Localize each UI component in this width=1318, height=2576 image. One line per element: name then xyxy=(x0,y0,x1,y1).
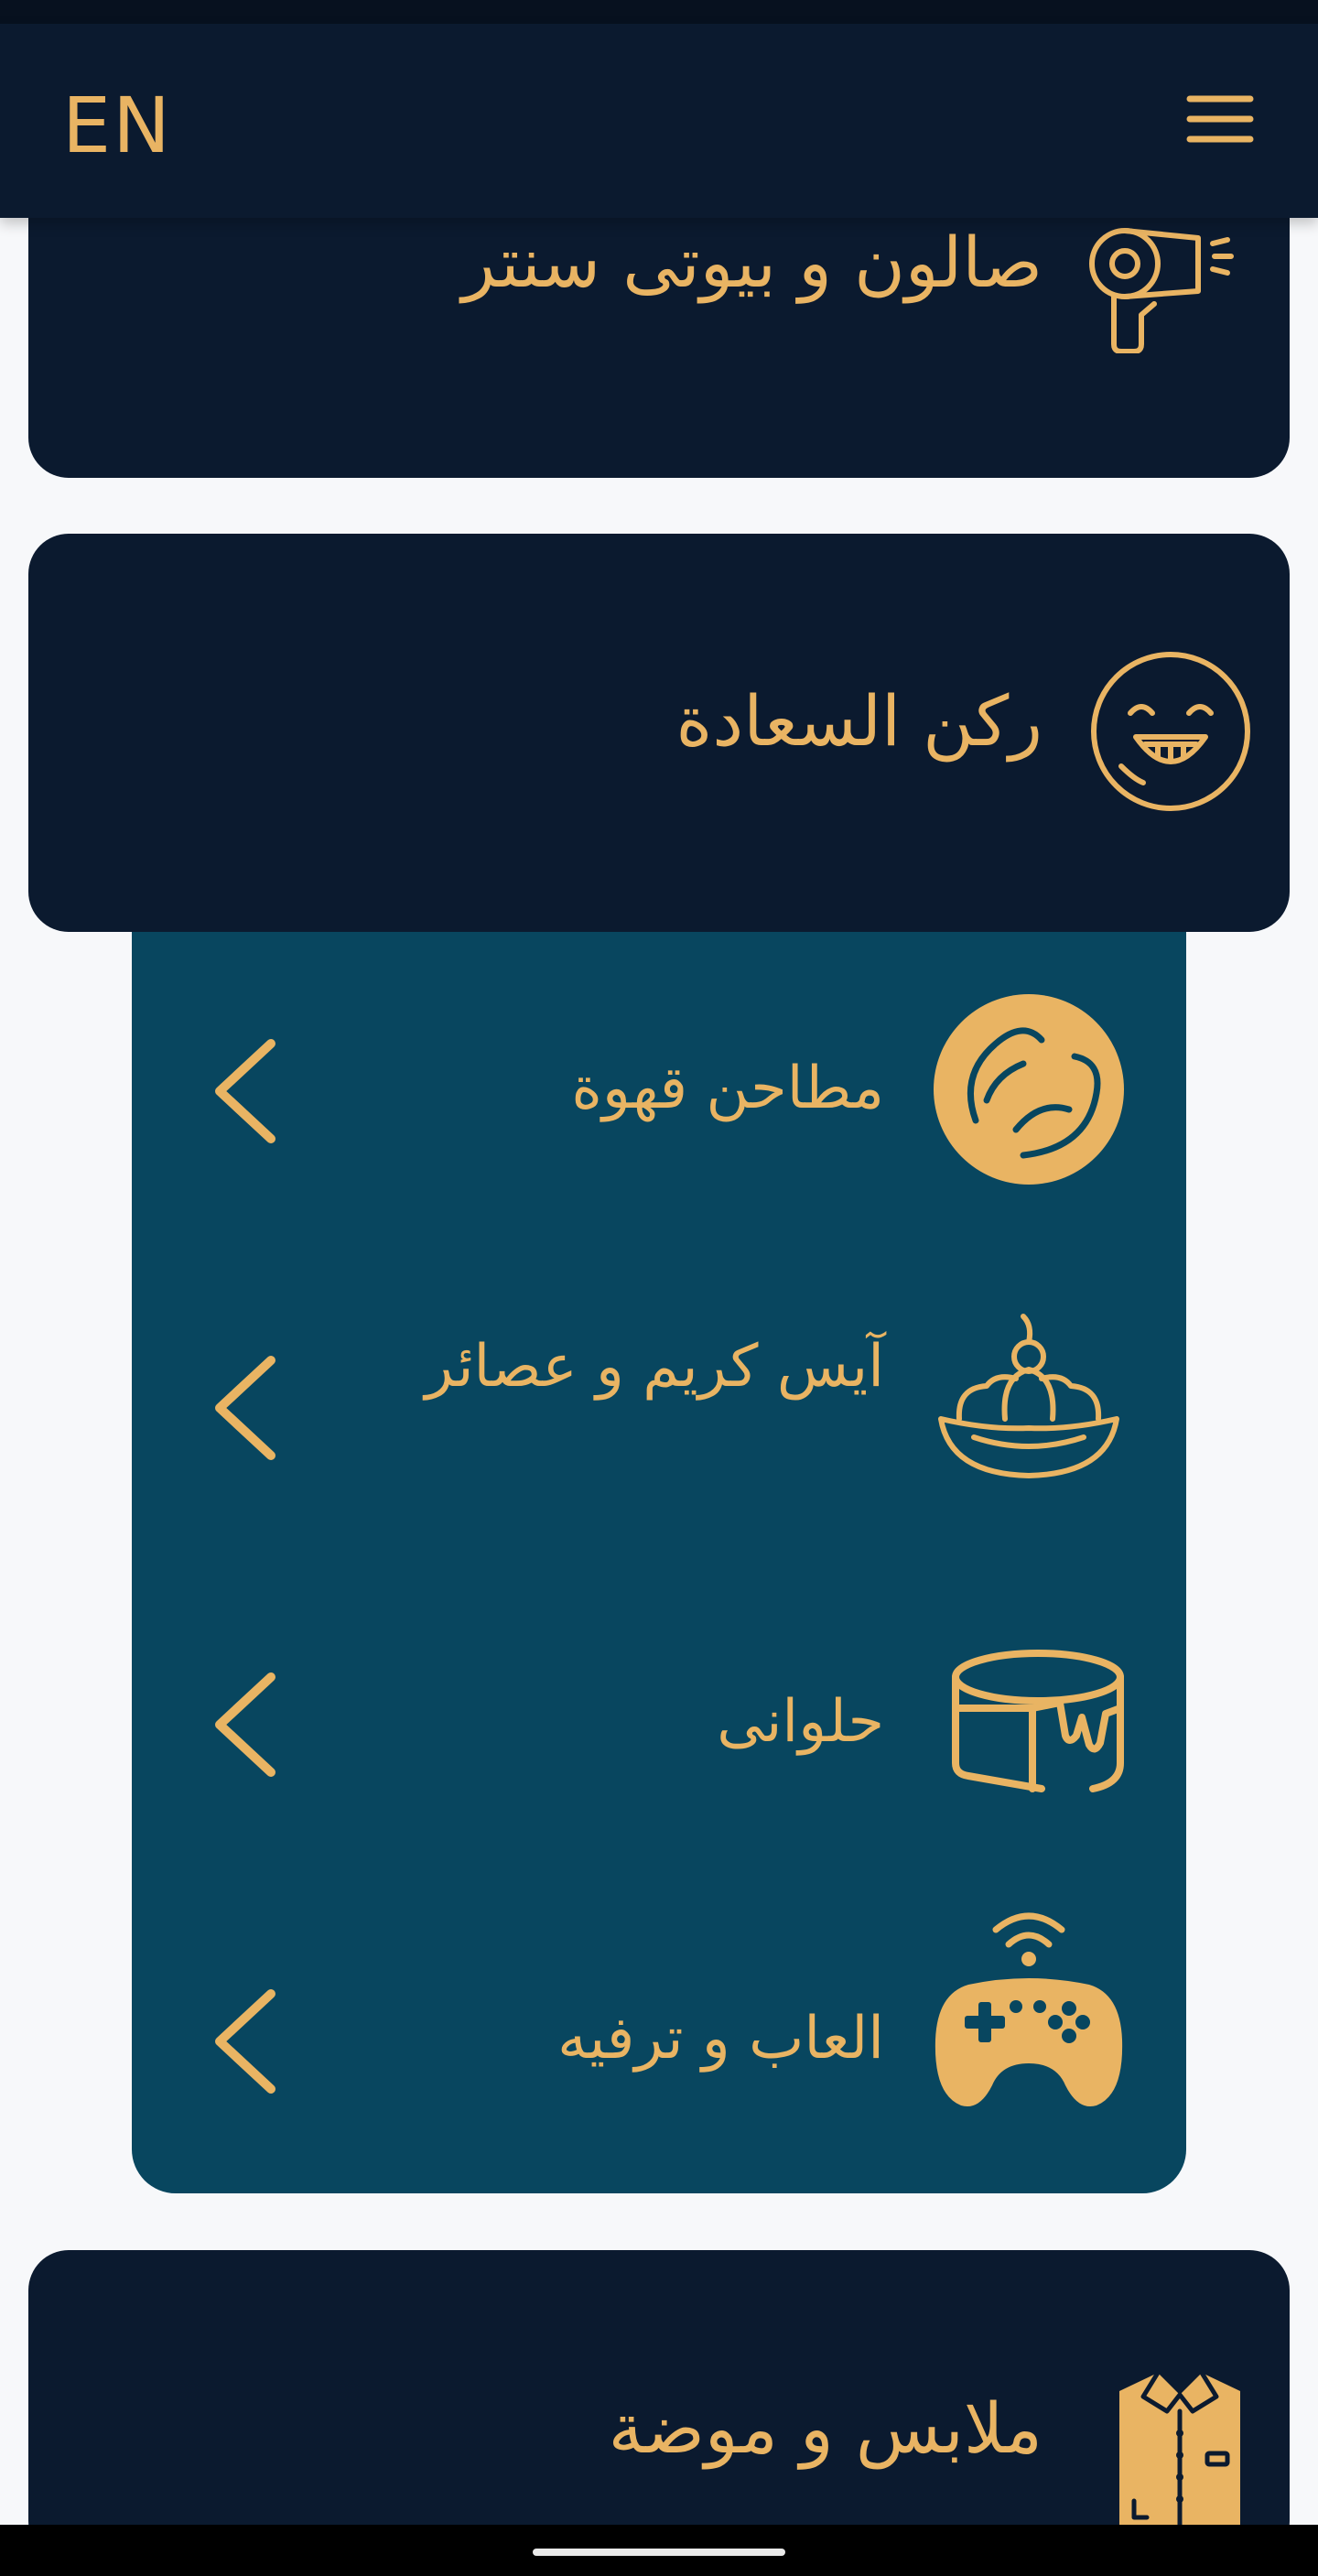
system-navigation-bar xyxy=(0,2525,1318,2576)
subcategory-panel: مطاحن قهوة آيس كريم و عصائر حلوانى العاب… xyxy=(132,932,1186,2193)
subcategory-item-games-entertainment[interactable]: العاب و ترفيه xyxy=(132,1882,1186,2199)
happy-face-icon xyxy=(1088,649,1253,814)
home-gesture-handle[interactable] xyxy=(533,2549,785,2556)
hamburger-menu-icon[interactable] xyxy=(1186,93,1254,145)
subcategory-item-sweets[interactable]: حلوانى xyxy=(132,1565,1186,1882)
category-title: ركن السعادة xyxy=(675,680,1043,762)
game-controller-icon xyxy=(932,1902,1126,2118)
shirt-icon xyxy=(1107,2364,1253,2531)
chevron-left-icon xyxy=(215,1989,275,2094)
category-card-happiness-corner[interactable]: ركن السعادة xyxy=(28,534,1290,932)
language-toggle-button[interactable]: EN xyxy=(62,81,172,170)
chevron-left-icon xyxy=(215,1039,275,1143)
chevron-left-icon xyxy=(215,1672,275,1777)
category-title: ملابس و موضة xyxy=(608,2387,1043,2469)
status-bar xyxy=(0,0,1318,24)
ice-cream-sundae-icon xyxy=(932,1309,1126,1503)
cake-icon xyxy=(932,1626,1126,1820)
category-card-clothing-fashion[interactable]: ملابس و موضة xyxy=(28,2250,1290,2561)
category-title: صالون و بيوتى سنتر xyxy=(461,222,1043,303)
subcategory-label: آيس كريم و عصائر xyxy=(425,1333,884,1401)
hair-dryer-icon xyxy=(1070,216,1253,354)
coffee-beans-icon xyxy=(932,992,1126,1186)
subcategory-item-coffee-grinders[interactable]: مطاحن قهوة xyxy=(132,932,1186,1249)
subcategory-label: مطاحن قهوة xyxy=(571,1055,884,1122)
subcategory-item-ice-cream-juices[interactable]: آيس كريم و عصائر xyxy=(132,1249,1186,1565)
subcategory-label: حلوانى xyxy=(717,1688,884,1756)
app-header: EN xyxy=(0,24,1318,218)
subcategory-label: العاب و ترفيه xyxy=(557,2005,884,2073)
chevron-left-icon xyxy=(215,1356,275,1460)
